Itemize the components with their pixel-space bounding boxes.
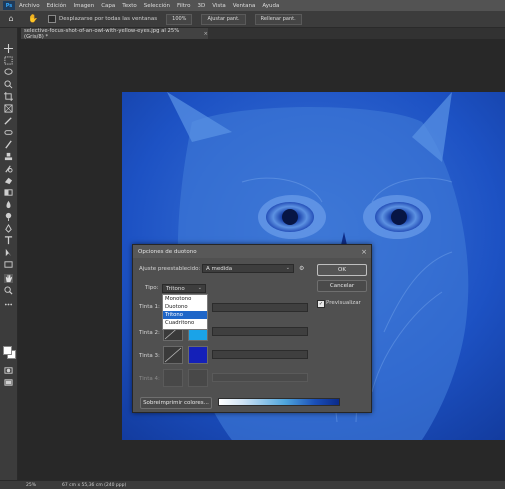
document-size-info: 67 cm x 55,36 cm (240 ppp) bbox=[62, 482, 127, 488]
foreground-color-swatch[interactable] bbox=[3, 346, 12, 355]
preview-checkbox[interactable]: ✓ bbox=[317, 300, 325, 308]
ink-3-name-field[interactable] bbox=[212, 350, 308, 359]
preview-label: Previsualizar bbox=[326, 300, 361, 306]
dialog-titlebar: Opciones de duotono × bbox=[133, 245, 371, 258]
more-tools-icon[interactable] bbox=[4, 300, 13, 309]
document-tab-title: selective-focus-shot-of-an-owl-with-yell… bbox=[24, 27, 180, 40]
crop-tool-icon[interactable] bbox=[4, 92, 13, 101]
zoom-level[interactable]: 25% bbox=[26, 483, 48, 488]
scroll-all-windows-label: Desplazarse por todas las ventanas bbox=[59, 16, 158, 22]
menu-texto[interactable]: Texto bbox=[122, 3, 137, 9]
healing-brush-tool-icon[interactable] bbox=[4, 128, 13, 137]
quick-selection-tool-icon[interactable] bbox=[4, 80, 13, 89]
menu-3d[interactable]: 3D bbox=[197, 3, 205, 9]
menu-archivo[interactable]: Archivo bbox=[19, 3, 40, 9]
type-value: Tritono bbox=[166, 285, 185, 292]
quick-mask-icon[interactable] bbox=[4, 366, 13, 375]
pen-tool-icon[interactable] bbox=[4, 224, 13, 233]
menu-ayuda[interactable]: Ayuda bbox=[262, 3, 279, 9]
hand-tool-icon[interactable] bbox=[4, 274, 13, 283]
rectangle-tool-icon[interactable] bbox=[4, 260, 13, 269]
type-option-duotono[interactable]: Duotono bbox=[163, 303, 207, 311]
ink-3-label: Tinta 3: bbox=[139, 353, 160, 359]
type-tool-icon[interactable] bbox=[4, 236, 13, 245]
marquee-tool-icon[interactable] bbox=[4, 56, 13, 65]
gear-icon[interactable]: ⚙ bbox=[299, 265, 304, 272]
type-label: Tipo: bbox=[145, 285, 159, 291]
type-option-tritono[interactable]: Tritono bbox=[163, 311, 207, 319]
close-icon[interactable]: × bbox=[204, 31, 208, 37]
chevron-down-icon: ⌄ bbox=[197, 285, 202, 291]
scroll-all-windows-checkbox[interactable] bbox=[48, 15, 56, 23]
path-selection-tool-icon[interactable] bbox=[4, 248, 13, 257]
menu-seleccion[interactable]: Selección bbox=[144, 3, 170, 9]
home-icon[interactable]: ⌂ bbox=[6, 14, 16, 24]
type-select[interactable]: Tritono ⌄ bbox=[162, 284, 206, 293]
preset-value: A medida bbox=[206, 265, 233, 272]
preset-select[interactable]: A medida ⌄ bbox=[202, 264, 294, 273]
screen-mode-icon[interactable] bbox=[4, 378, 13, 387]
ink-4-label: Tinta 4: bbox=[139, 376, 160, 382]
eraser-tool-icon[interactable] bbox=[4, 176, 13, 185]
menu-ventana[interactable]: Ventana bbox=[233, 3, 256, 9]
ink-1-name-field[interactable] bbox=[212, 303, 308, 312]
dodge-tool-icon[interactable] bbox=[4, 212, 13, 221]
menu-filtro[interactable]: Filtro bbox=[177, 3, 190, 9]
fit-screen-button[interactable]: Ajustar pant. bbox=[201, 13, 246, 25]
overprint-colors-button[interactable]: Sobreimprimir colores... bbox=[140, 397, 212, 409]
gradient-tool-icon[interactable] bbox=[4, 188, 13, 197]
ink-4-color bbox=[188, 369, 208, 387]
menu-vista[interactable]: Vista bbox=[212, 3, 226, 9]
duotone-gradient-ramp bbox=[218, 398, 340, 406]
tools-panel bbox=[0, 28, 18, 480]
stamp-tool-icon[interactable] bbox=[4, 152, 13, 161]
duotone-options-dialog: Opciones de duotono × Ajuste preestablec… bbox=[132, 244, 372, 413]
options-bar: ⌂ ✋ Desplazarse por todas las ventanas 1… bbox=[0, 11, 505, 28]
close-icon[interactable]: × bbox=[361, 248, 367, 256]
lasso-tool-icon[interactable] bbox=[4, 68, 13, 77]
type-option-cuadritono[interactable]: Cuadritono bbox=[163, 319, 207, 327]
menu-imagen[interactable]: Imagen bbox=[73, 3, 94, 9]
ink-2-name-field[interactable] bbox=[212, 327, 308, 336]
eyedropper-tool-icon[interactable] bbox=[4, 116, 13, 125]
hand-tool-icon[interactable]: ✋ bbox=[28, 14, 42, 24]
zoom-100-button[interactable]: 100% bbox=[166, 13, 193, 25]
ink-3-color[interactable] bbox=[188, 346, 208, 364]
menu-capa[interactable]: Capa bbox=[101, 3, 115, 9]
zoom-tool-icon[interactable] bbox=[4, 286, 13, 295]
type-dropdown-list: Monotono Duotono Tritono Cuadritono bbox=[162, 294, 208, 330]
document-tab[interactable]: selective-focus-shot-of-an-owl-with-yell… bbox=[21, 27, 208, 40]
chevron-down-icon: ⌄ bbox=[285, 265, 290, 271]
photoshop-logo: Ps bbox=[3, 1, 15, 10]
preset-label: Ajuste preestablecido: bbox=[139, 266, 201, 272]
ink-4-curve bbox=[163, 369, 183, 387]
brush-tool-icon[interactable] bbox=[4, 140, 13, 149]
cancel-button[interactable]: Cancelar bbox=[317, 280, 367, 292]
ink-2-label: Tinta 2: bbox=[139, 330, 160, 336]
ok-button[interactable]: OK bbox=[317, 264, 367, 276]
menu-edicion[interactable]: Edición bbox=[47, 3, 67, 9]
move-tool-icon[interactable] bbox=[4, 44, 13, 53]
document-tabs: selective-focus-shot-of-an-owl-with-yell… bbox=[21, 27, 505, 40]
menu-bar: Ps Archivo Edición Imagen Capa Texto Sel… bbox=[0, 0, 505, 11]
history-brush-tool-icon[interactable] bbox=[4, 164, 13, 173]
ink-3-curve[interactable] bbox=[163, 346, 183, 364]
dialog-title: Opciones de duotono bbox=[138, 248, 197, 255]
type-option-monotono[interactable]: Monotono bbox=[163, 295, 207, 303]
blur-tool-icon[interactable] bbox=[4, 200, 13, 209]
ink-4-name-field bbox=[212, 373, 308, 382]
frame-tool-icon[interactable] bbox=[4, 104, 13, 113]
ink-1-label: Tinta 1: bbox=[139, 304, 160, 310]
fill-screen-button[interactable]: Rellenar pant. bbox=[254, 13, 302, 25]
